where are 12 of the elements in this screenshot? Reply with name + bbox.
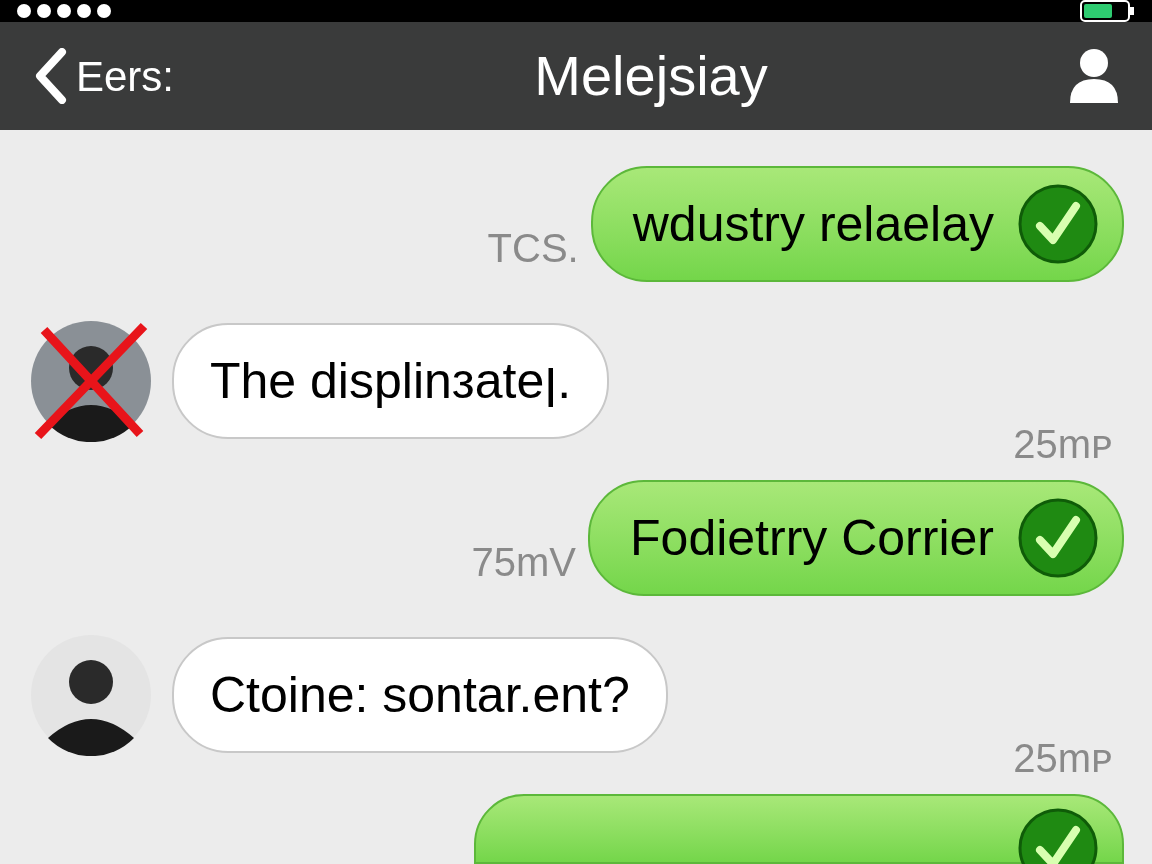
message-time: 25mᴩ [1013,421,1112,468]
message-time: 75mV [471,539,577,586]
message-text: wdustry relaelay [632,194,994,254]
message-time: TCS. [487,225,579,272]
message-text: Ctoine: sontar.ent? [210,665,630,725]
back-button[interactable]: Eers: [32,44,175,108]
battery-icon [1080,0,1136,22]
chat-title: Meleјsiay [534,43,768,109]
message-time: 25mᴩ [1013,735,1112,782]
person-icon[interactable] [1068,47,1120,105]
message-text: The displinзateן. [210,351,572,411]
message-text: Fodietrry Corrier [630,508,994,568]
